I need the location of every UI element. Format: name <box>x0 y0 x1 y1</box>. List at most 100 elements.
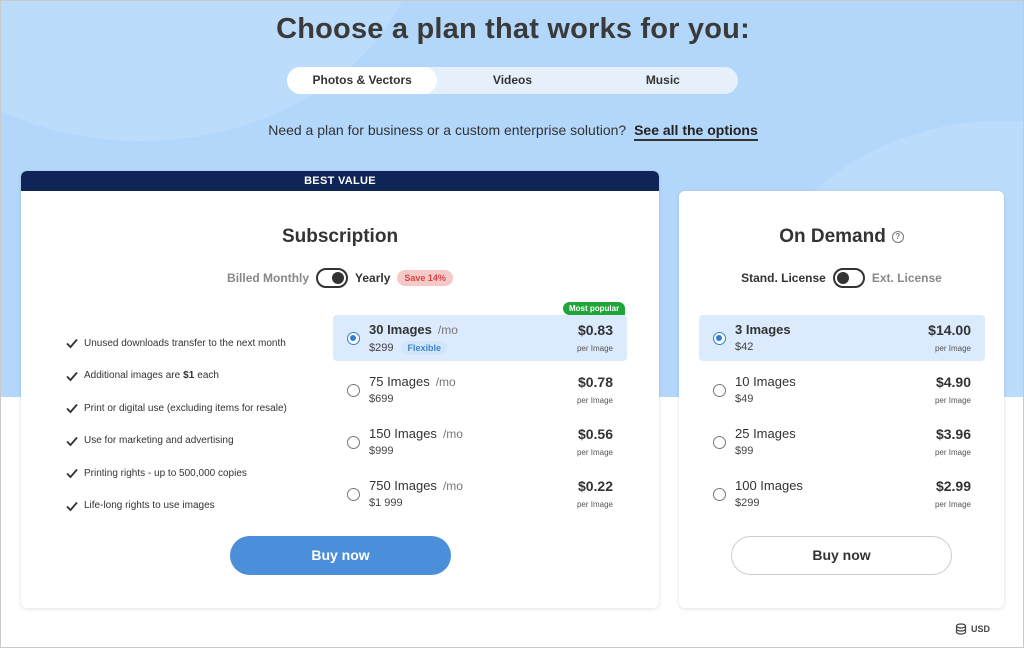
unit-price: $0.78 <box>577 374 613 390</box>
subscription-buy-button[interactable]: Buy now <box>230 536 451 575</box>
pack-name: 3 Images <box>735 322 791 337</box>
enterprise-prompt: Need a plan for business or a custom ent… <box>1 122 1023 141</box>
plan-period: /mo <box>437 323 458 337</box>
pack-option-3[interactable]: 3 Images $42 $14.00 per Image <box>699 315 985 361</box>
checkmark-icon <box>66 339 78 349</box>
unit-price: $14.00 <box>928 322 971 338</box>
plan-option-30[interactable]: 30 Images/mo $299 Flexible $0.83 per Imag… <box>333 315 627 361</box>
radio-button[interactable] <box>347 488 360 501</box>
yearly-label: Yearly <box>355 271 391 285</box>
unit-price-label: per Image <box>934 500 971 509</box>
pack-option-100[interactable]: 100 Images $299 $2.99 per Image <box>699 471 985 517</box>
on-demand-title-row: On Demand ? <box>679 226 1004 248</box>
plan-price-row: $1 999 <box>369 497 403 509</box>
plan-option-150[interactable]: 150 Images/mo $999 $0.56 per Image <box>333 419 627 465</box>
help-icon[interactable]: ? <box>891 231 904 243</box>
on-demand-card: On Demand ? Stand. License Ext. License … <box>679 191 1004 608</box>
toggle-knob <box>836 272 849 284</box>
pack-price: $49 <box>735 393 754 405</box>
unit-price-label: per Image <box>576 500 613 509</box>
plan-price-row: $999 <box>369 445 393 457</box>
plan-price: $999 <box>369 445 394 457</box>
plan-price-row: $699 <box>369 393 393 405</box>
radio-button[interactable] <box>713 488 726 501</box>
pack-option-10[interactable]: 10 Images $49 $4.90 per Image <box>699 367 985 413</box>
subscription-title: Subscription <box>281 226 399 247</box>
plan-name-text: 75 Images <box>369 374 430 389</box>
plan-name: 150 Images/mo <box>369 426 463 441</box>
list-item: Additional images are $1 each <box>65 360 325 393</box>
list-item: Life-long rights to use images <box>65 490 325 523</box>
currency-selector[interactable]: USD <box>955 623 990 635</box>
feature-text: Print or digital use (excluding items fo… <box>84 402 287 414</box>
checkmark-icon <box>66 371 78 382</box>
unit-price: $4.90 <box>935 374 971 390</box>
radio-button[interactable] <box>347 332 360 345</box>
flexible-badge: Flexible <box>401 341 447 355</box>
plan-period: /mo <box>442 479 463 493</box>
pricing-page: Choose a plan that works for you: Photos… <box>0 0 1024 648</box>
plan-name: 750 Images/mo <box>369 478 463 493</box>
subscription-options: 30 Images/mo $299 Flexible $0.83 per Imag… <box>333 315 627 523</box>
tab-photos-vectors[interactable]: Photos & Vectors <box>287 67 438 94</box>
feature-bold-price: $1 <box>183 370 195 382</box>
on-demand-options: 3 Images $42 $14.00 per Image 10 Images … <box>699 315 985 523</box>
page-title: Choose a plan that works for you: <box>276 13 750 45</box>
radio-button[interactable] <box>713 332 726 345</box>
feature-text: Use for marketing and advertising <box>84 435 234 447</box>
plan-period: /mo <box>442 427 463 441</box>
feature-text: Life-long rights to use images <box>84 500 215 512</box>
list-item: Use for marketing and advertising <box>65 425 325 458</box>
radio-button[interactable] <box>713 384 726 397</box>
pack-name: 10 Images <box>735 374 796 389</box>
list-item: Printing rights - up to 500,000 copies <box>65 457 325 490</box>
see-all-options-link[interactable]: See all the options <box>634 122 758 141</box>
pack-price: $42 <box>735 341 754 353</box>
unit-price-label: per Image <box>576 396 613 405</box>
plan-price-row: $299 Flexible <box>369 341 447 355</box>
license-toggle-group: Stand. License Ext. License <box>679 268 1004 288</box>
on-demand-buy-button[interactable]: Buy now <box>731 536 952 575</box>
radio-button[interactable] <box>713 436 726 449</box>
billed-monthly-label: Billed Monthly <box>227 271 310 285</box>
extended-license-label: Ext. License <box>871 271 942 285</box>
plan-name-text: 30 Images <box>369 322 432 337</box>
plan-option-75[interactable]: 75 Images/mo $699 $0.78 per Image <box>333 367 627 413</box>
feature-text: Additional images are <box>84 370 181 382</box>
billing-period-toggle[interactable] <box>316 268 349 288</box>
unit-price-label: per Image <box>576 448 613 457</box>
standard-license-label: Stand. License <box>741 271 826 285</box>
plan-price: $1 999 <box>369 497 403 509</box>
tab-music[interactable]: Music <box>588 67 738 94</box>
plan-price: $299 <box>369 342 394 354</box>
save-badge: Save 14% <box>397 270 453 286</box>
plan-name: 30 Images/mo <box>369 322 458 337</box>
on-demand-title: On Demand <box>779 226 886 247</box>
content-type-tabs: Photos & Vectors Videos Music <box>287 67 738 94</box>
unit-price: $0.83 <box>577 322 613 338</box>
checkmark-icon <box>66 501 78 512</box>
pack-name: 100 Images <box>735 478 803 493</box>
pack-option-25[interactable]: 25 Images $99 $3.96 per Image <box>699 419 985 465</box>
plan-name: 75 Images/mo <box>369 374 456 389</box>
unit-price: $0.22 <box>577 478 613 494</box>
enterprise-prompt-text: Need a plan for business or a custom ent… <box>268 122 627 138</box>
radio-button[interactable] <box>347 384 360 397</box>
billing-period-toggle-group: Billed Monthly Yearly Save 14% <box>21 268 659 288</box>
unit-price: $2.99 <box>935 478 971 494</box>
feature-text: Printing rights - up to 500,000 copies <box>84 467 247 479</box>
radio-button[interactable] <box>347 436 360 449</box>
unit-price: $3.96 <box>935 426 971 442</box>
plan-period: /mo <box>435 375 456 389</box>
unit-price: $0.56 <box>577 426 613 442</box>
unit-price-label: per Image <box>576 344 613 353</box>
list-item: Unused downloads transfer to the next mo… <box>65 327 325 360</box>
coins-icon <box>955 623 967 635</box>
plan-name-text: 150 Images <box>369 426 437 441</box>
license-toggle[interactable] <box>832 268 865 288</box>
plan-price: $699 <box>369 393 394 405</box>
plan-name-text: 750 Images <box>369 478 437 493</box>
plan-option-750[interactable]: 750 Images/mo $1 999 $0.22 per Image <box>333 471 627 517</box>
tab-videos[interactable]: Videos <box>437 67 587 94</box>
list-item: Print or digital use (excluding items fo… <box>65 392 325 425</box>
